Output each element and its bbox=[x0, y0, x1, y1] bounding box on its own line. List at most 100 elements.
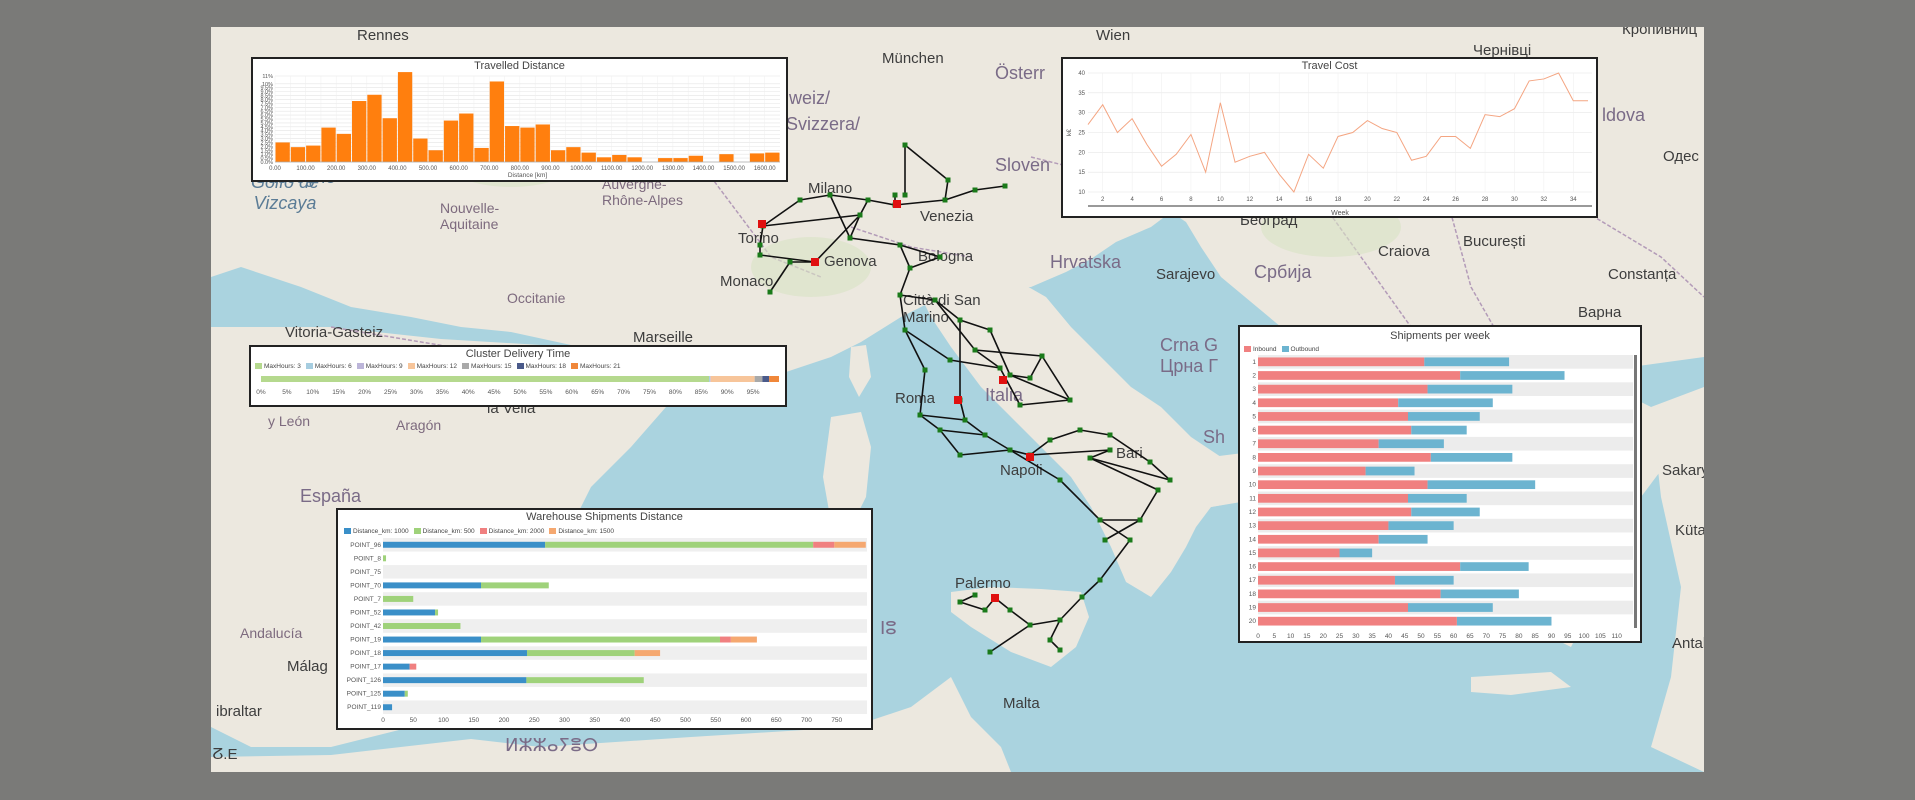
route-segment bbox=[899, 294, 936, 301]
shipments-week-chart[interactable]: 12345678910111213141516171819200 5 10 15 20 2… bbox=[1240, 327, 1640, 641]
sw-xtick: 25 bbox=[1336, 633, 1344, 640]
sw-bar-segment bbox=[1427, 480, 1536, 490]
wh-xtick: 350 bbox=[589, 717, 600, 724]
route-node bbox=[1102, 537, 1108, 543]
route-node bbox=[847, 235, 853, 241]
hist-bar bbox=[474, 147, 489, 162]
route-node bbox=[972, 347, 978, 353]
route-node bbox=[897, 292, 903, 298]
wh-bar-segment bbox=[526, 650, 635, 657]
route-node bbox=[1067, 397, 1073, 403]
hist-xlabel: Distance [km] bbox=[508, 172, 548, 179]
sw-bar-segment bbox=[1408, 412, 1480, 421]
route-node bbox=[1079, 594, 1085, 600]
route-node bbox=[942, 197, 948, 203]
hist-bar bbox=[627, 157, 642, 162]
sw-bar-segment bbox=[1427, 384, 1513, 394]
sw-category-label: 12 bbox=[1249, 509, 1257, 516]
hist-bar bbox=[306, 145, 321, 162]
route-node bbox=[787, 259, 793, 265]
route-segment bbox=[959, 601, 986, 611]
sw-category-label: 4 bbox=[1252, 400, 1256, 407]
wh-row-band bbox=[383, 592, 867, 606]
hist-bar bbox=[290, 147, 306, 162]
sw-scrollbar[interactable] bbox=[1634, 355, 1637, 628]
route-node bbox=[1097, 517, 1103, 523]
sw-xtick: 20 bbox=[1320, 633, 1328, 640]
sw-category-label: 19 bbox=[1249, 605, 1257, 612]
route-node bbox=[972, 592, 978, 598]
cluster-xtick: 70% bbox=[617, 389, 630, 396]
wh-bar-segment bbox=[383, 595, 414, 602]
cost-xtick: 28 bbox=[1482, 197, 1489, 203]
cost-ytick: 15 bbox=[1078, 170, 1085, 176]
sw-category-label: 10 bbox=[1249, 482, 1257, 489]
route-node bbox=[892, 192, 898, 198]
sw-xtick: 60 bbox=[1450, 633, 1458, 640]
sw-xtick: 45 bbox=[1401, 633, 1409, 640]
route-node bbox=[932, 297, 938, 303]
wh-xtick: 150 bbox=[468, 717, 479, 724]
route-segment bbox=[899, 267, 911, 296]
sw-bar-segment bbox=[1378, 534, 1428, 544]
cluster-xtick: 20% bbox=[358, 389, 371, 396]
wh-bar-segment bbox=[383, 582, 482, 589]
cluster-xtick: 65% bbox=[591, 389, 604, 396]
route-segment bbox=[1139, 489, 1159, 521]
route-node bbox=[1147, 459, 1153, 465]
sw-category-label: 13 bbox=[1249, 523, 1257, 530]
cost-xtick: 4 bbox=[1130, 197, 1134, 203]
hist-xtick: 1000.00 bbox=[570, 166, 592, 172]
hist-bar bbox=[765, 152, 780, 162]
route-node bbox=[957, 599, 963, 605]
cost-ylabel: k€ bbox=[1066, 129, 1073, 136]
route-segment bbox=[1081, 579, 1101, 598]
route-node bbox=[937, 254, 943, 260]
sw-bar-segment bbox=[1258, 439, 1379, 449]
hist-bar bbox=[520, 127, 535, 162]
cluster-xtick: 85% bbox=[695, 389, 708, 396]
sw-category-label: 3 bbox=[1252, 386, 1256, 393]
warehouse-shipments-chart: POINT_96 POINT_8 POINT_75 POINT_70 POINT_7 PO… bbox=[347, 538, 867, 724]
hist-bar bbox=[612, 154, 627, 162]
hist-xtick: 1100.00 bbox=[601, 166, 623, 172]
route-segment bbox=[867, 199, 896, 206]
wh-bar-segment bbox=[383, 555, 387, 562]
warehouse-shipments-panel: Warehouse Shipments Distance Distance_km… bbox=[336, 508, 873, 730]
route-node bbox=[1017, 402, 1023, 408]
cluster-xtick: 0% bbox=[256, 389, 266, 396]
wh-xtick: 50 bbox=[410, 717, 418, 724]
hist-bar bbox=[275, 142, 290, 162]
route-node bbox=[1057, 617, 1063, 623]
cluster-xtick: 35% bbox=[436, 389, 449, 396]
wh-xtick: 400 bbox=[620, 717, 631, 724]
cluster-bar-segment bbox=[769, 376, 779, 382]
sw-bar-segment bbox=[1258, 616, 1457, 626]
sw-bar-segment bbox=[1460, 371, 1565, 380]
sw-xtick: 95 bbox=[1564, 633, 1572, 640]
wh-category-label: POINT_8 bbox=[354, 555, 381, 562]
sw-bar-segment bbox=[1258, 521, 1389, 530]
route-node bbox=[827, 192, 833, 198]
warehouse-node bbox=[893, 200, 901, 208]
wh-xtick: 450 bbox=[650, 717, 661, 724]
route-segment bbox=[974, 349, 1043, 357]
wh-bar-segment bbox=[730, 636, 757, 643]
route-node bbox=[957, 452, 963, 458]
hist-ytick: 10% bbox=[262, 82, 273, 88]
hist-bar bbox=[367, 94, 382, 162]
sw-category-label: 16 bbox=[1249, 564, 1257, 571]
hist-xtick: 100.00 bbox=[296, 166, 315, 172]
route-segment bbox=[1099, 519, 1131, 541]
sw-bar-segment bbox=[1258, 562, 1461, 571]
route-node bbox=[1127, 537, 1133, 543]
cost-ytick: 20 bbox=[1078, 150, 1085, 156]
hist-xtick: 1600.00 bbox=[754, 166, 776, 172]
wh-category-label: POINT_96 bbox=[350, 542, 381, 549]
route-segment bbox=[849, 237, 901, 246]
cluster-bar-segment bbox=[710, 376, 711, 382]
route-node bbox=[865, 197, 871, 203]
route-segment bbox=[899, 244, 941, 258]
cluster-xtick: 55% bbox=[539, 389, 552, 396]
wh-category-label: POINT_7 bbox=[354, 596, 381, 603]
